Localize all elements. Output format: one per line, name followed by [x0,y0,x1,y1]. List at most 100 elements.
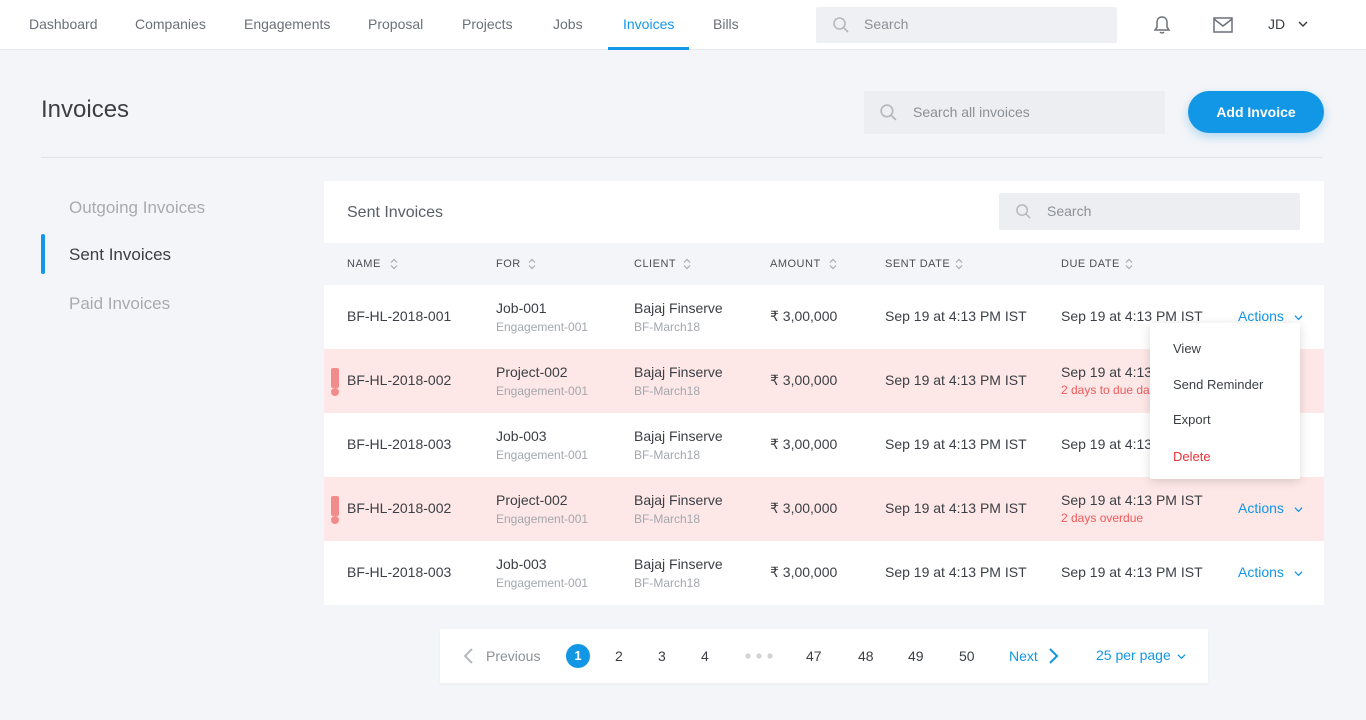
chevron-down-icon [1177,654,1186,659]
next-button[interactable]: Next [1009,629,1038,683]
search-icon [1016,204,1031,219]
column-header-label: SENT DATE [885,258,951,270]
invoice-amount: ₹ 3,00,000 [770,564,838,580]
page-button[interactable]: 48 [858,629,874,683]
column-header-name[interactable]: NAME [347,243,398,285]
top-search-input[interactable]: Search [816,7,1117,43]
invoice-name: BF-HL-2018-003 [347,436,452,452]
sort-icon [683,258,691,270]
sort-icon [528,258,536,270]
invoice-due-date: Sep 19 at 4:13 PM IST [1061,564,1203,580]
menu-item-view[interactable]: View [1173,341,1201,356]
previous-button[interactable]: Previous [486,629,540,683]
avatar-initials: JD [1268,16,1286,32]
mail-icon[interactable] [1212,14,1234,36]
alert-icon [331,368,339,396]
page-button[interactable]: 47 [806,629,822,683]
top-nav: Dashboard Companies Engagements Proposal… [0,0,1366,50]
invoice-sent-date: Sep 19 at 4:13 PM IST [885,500,1027,516]
invoice-sent-date: Sep 19 at 4:13 PM IST [885,372,1027,388]
page-button[interactable]: 50 [959,629,975,683]
invoice-client: Bajaj Finserve [634,556,723,572]
add-invoice-button[interactable]: Add Invoice [1188,91,1324,133]
page-button[interactable]: 4 [701,629,709,683]
chevron-right-icon[interactable] [1048,647,1060,665]
chevron-left-icon[interactable] [462,647,474,665]
column-header-label: CLIENT [634,258,677,270]
invoice-for: Project-002 [496,492,568,508]
nav-item-dashboard[interactable]: Dashboard [29,0,98,50]
header-divider [41,157,1322,158]
nav-item-projects[interactable]: Projects [462,0,513,50]
user-menu[interactable]: JD [1268,0,1308,50]
invoice-name: BF-HL-2018-001 [347,308,452,324]
search-icon [833,17,849,33]
menu-item-delete[interactable]: Delete [1173,449,1211,464]
page-title: Invoices [41,96,130,123]
nav-item-companies[interactable]: Companies [135,0,206,50]
table-search-input[interactable]: Search [999,193,1300,230]
page-button[interactable]: 3 [658,629,666,683]
invoice-for-sub: Engagement-001 [496,384,589,398]
column-header-client[interactable]: CLIENT [634,243,691,285]
column-header-amount[interactable]: AMOUNT [770,243,837,285]
page-button-current[interactable]: 1 [566,644,590,668]
table-search-placeholder: Search [1047,203,1092,219]
invoice-due-date: Sep 19 at 4:13 PM IST [1061,492,1203,508]
invoice-client-sub: BF-March18 [634,512,701,526]
column-header-label: AMOUNT [770,258,821,270]
nav-item-bills[interactable]: Bills [713,0,739,50]
search-icon [880,104,897,121]
ellipsis-icon [745,653,773,659]
invoice-for-sub: Engagement-001 [496,448,589,462]
nav-item-jobs[interactable]: Jobs [553,0,583,50]
column-header-for[interactable]: FOR [496,243,536,285]
page-button[interactable]: 2 [615,629,623,683]
invoice-client: Bajaj Finserve [634,300,723,316]
invoice-for: Job-003 [496,428,547,444]
column-header-due-date[interactable]: DUE DATE [1061,243,1133,285]
actions-button[interactable]: Actions [1238,308,1303,324]
invoice-client: Bajaj Finserve [634,492,723,508]
sidebar-item-paid-invoices[interactable]: Paid Invoices [69,294,170,314]
search-all-invoices-placeholder: Search all invoices [913,104,1030,120]
table-row[interactable]: BF-HL-2018-002 Project-002 Engagement-00… [324,477,1324,541]
table-row[interactable]: BF-HL-2018-003 Job-003 Engagement-001 Ba… [324,541,1324,605]
invoice-client: Bajaj Finserve [634,428,723,444]
due-status-note: 2 days to due date [1061,383,1160,397]
invoice-client-sub: BF-March18 [634,448,701,462]
top-search-placeholder: Search [864,16,909,32]
actions-dropdown-menu: View Send Reminder Export Delete [1150,323,1300,479]
invoice-sent-date: Sep 19 at 4:13 PM IST [885,308,1027,324]
nav-item-engagements[interactable]: Engagements [244,0,330,50]
invoice-for-sub: Engagement-001 [496,576,589,590]
invoice-client-sub: BF-March18 [634,576,701,590]
bell-icon[interactable] [1151,14,1173,36]
sort-icon [390,258,398,270]
invoice-for: Project-002 [496,364,568,380]
page-button[interactable]: 49 [908,629,924,683]
actions-button[interactable]: Actions [1238,564,1303,580]
column-header-label: FOR [496,258,521,270]
sort-icon [829,258,837,270]
card-title: Sent Invoices [347,204,444,221]
invoice-sent-date: Sep 19 at 4:13 PM IST [885,436,1027,452]
menu-item-send-reminder[interactable]: Send Reminder [1173,377,1263,392]
menu-item-export[interactable]: Export [1173,412,1211,427]
pagination: Previous 1 2 3 4 47 48 49 50 Next 25 per… [440,629,1208,683]
search-all-invoices-input[interactable]: Search all invoices [864,91,1165,134]
per-page-select[interactable]: 25 per page [1096,629,1186,681]
sidebar-item-sent-invoices[interactable]: Sent Invoices [69,245,171,265]
invoice-for: Job-003 [496,556,547,572]
actions-label: Actions [1238,308,1284,324]
invoice-name: BF-HL-2018-002 [347,372,452,388]
alert-icon [331,496,339,524]
sidebar-item-outgoing-invoices[interactable]: Outgoing Invoices [69,198,205,218]
actions-button[interactable]: Actions [1238,500,1303,516]
column-header-sent-date[interactable]: SENT DATE [885,243,963,285]
table-header: NAME FOR CLIENT AMOUNT SENT DATE DUE DAT… [324,243,1324,285]
invoice-amount: ₹ 3,00,000 [770,308,838,324]
nav-item-invoices[interactable]: Invoices [607,0,690,50]
invoice-client-sub: BF-March18 [634,320,701,334]
nav-item-proposal[interactable]: Proposal [368,0,423,50]
